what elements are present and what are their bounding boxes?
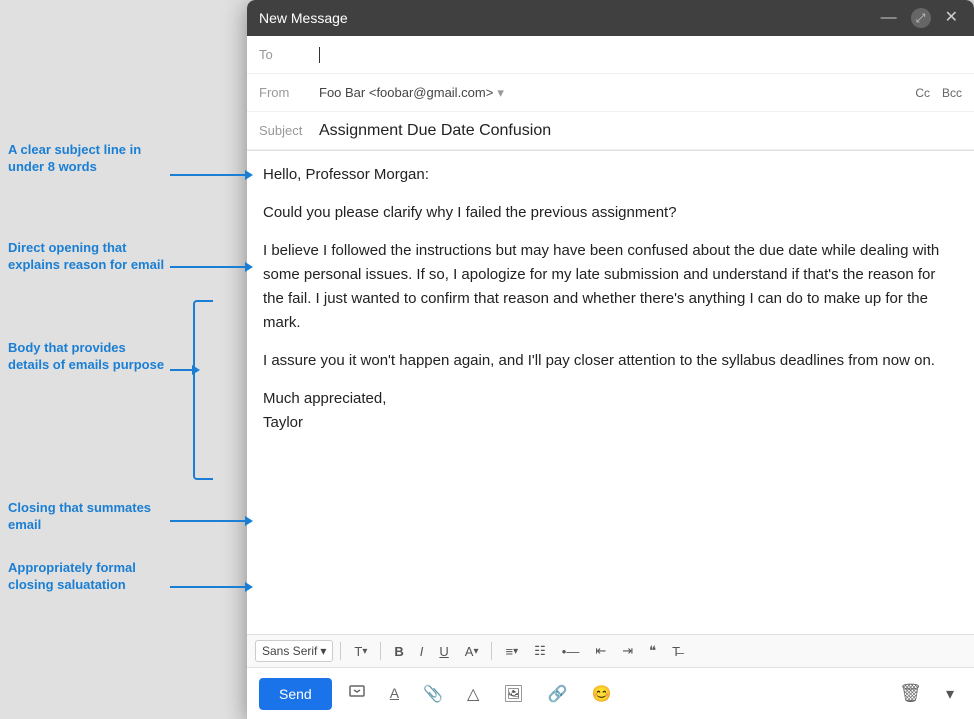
italic-button[interactable]: I — [414, 640, 430, 663]
format-button[interactable]: A — [382, 679, 407, 709]
body-paragraph3: I assure you it won't happen again, and … — [263, 349, 958, 373]
opening-arrow-line — [170, 266, 245, 268]
delete-button[interactable]: 🗑 — [891, 677, 930, 710]
indent-left-button[interactable]: ⇤ — [589, 639, 612, 663]
opening-annotation: Direct opening that explains reason for … — [8, 240, 168, 274]
body-greeting: Hello, Professor Morgan: — [263, 163, 958, 187]
to-label: To — [259, 47, 319, 62]
closing-annotation-text: Closing that summates email — [8, 500, 168, 534]
compose-window: New Message — ⤢ ✕ To From Foo Bar <fooba… — [247, 0, 974, 719]
from-label: From — [259, 85, 319, 100]
toolbar-separator-2 — [380, 642, 381, 660]
salutation-annotation: Appropriately formal closing saluatation — [8, 560, 168, 594]
body-signature: Taylor — [263, 414, 303, 431]
toolbar-separator-1 — [340, 642, 341, 660]
from-email: Foo Bar <foobar@gmail.com> — [319, 85, 493, 100]
body-paragraph1: Could you please clarify why I failed th… — [263, 201, 958, 225]
closing-arrow — [170, 516, 253, 526]
from-row: From Foo Bar <foobar@gmail.com> ▾ Cc Bcc — [247, 74, 974, 112]
closing-arrow-head — [245, 516, 253, 526]
cursor — [319, 47, 320, 63]
salutation-annotation-text: Appropriately formal closing saluatation — [8, 560, 168, 594]
from-dropdown-icon[interactable]: ▾ — [497, 85, 504, 101]
salutation-arrow-line — [170, 586, 245, 588]
subject-arrow-line — [170, 174, 245, 176]
subject-arrow — [170, 170, 253, 180]
opening-arrow — [170, 262, 253, 272]
opening-annotation-text: Direct opening that explains reason for … — [8, 240, 168, 274]
compose-actions: Send A 📎 △ 🖼 🔗 😊 🗑 ▾ — [247, 667, 974, 719]
indent-right-button[interactable]: ⇥ — [616, 639, 639, 663]
minimize-button[interactable]: — — [877, 8, 901, 28]
subject-label: Subject — [259, 123, 319, 138]
subject-text: Assignment Due Date Confusion — [319, 122, 551, 140]
formatting-toolbar: Sans Serif ▾ T ▾ B I U A ▾ ≡ ▾ ☷ •― ⇤ ⇥ … — [247, 634, 974, 667]
emoji-button[interactable]: 😊 — [584, 678, 620, 710]
bold-button[interactable]: B — [388, 640, 409, 663]
cc-bcc-controls: Cc Bcc — [915, 86, 962, 100]
bullet-list-button[interactable]: •― — [556, 640, 586, 663]
maximize-button[interactable]: ⤢ — [911, 8, 931, 28]
text-color-button[interactable]: A ▾ — [459, 640, 485, 663]
body-annotation-text: Body that provides details of emails pur… — [8, 340, 168, 374]
body-closing: Much appreciated, Taylor — [263, 387, 958, 435]
attachment-dropbox-button[interactable] — [340, 676, 374, 711]
closing-annotation: Closing that summates email — [8, 500, 168, 534]
drive-button[interactable]: △ — [459, 678, 487, 710]
salutation-arrow — [170, 582, 253, 592]
subject-row: Subject Assignment Due Date Confusion — [247, 112, 974, 150]
to-value[interactable] — [319, 47, 962, 63]
numbered-list-button[interactable]: ☷ — [528, 639, 552, 663]
body-arrow — [170, 365, 200, 375]
closing-arrow-line — [170, 520, 245, 522]
compose-fields: To From Foo Bar <foobar@gmail.com> ▾ Cc … — [247, 36, 974, 151]
body-arrow-line — [170, 369, 192, 371]
bcc-label[interactable]: Bcc — [942, 86, 962, 100]
from-value[interactable]: Foo Bar <foobar@gmail.com> ▾ — [319, 85, 915, 101]
font-name: Sans Serif — [262, 644, 317, 658]
font-dropdown-icon: ▾ — [320, 644, 326, 658]
body-bracket — [193, 300, 213, 480]
close-button[interactable]: ✕ — [941, 8, 962, 28]
opening-arrow-head — [245, 262, 253, 272]
window-title: New Message — [259, 10, 348, 26]
photo-button[interactable]: 🖼 — [495, 678, 531, 710]
send-button[interactable]: Send — [259, 678, 332, 710]
subject-value[interactable]: Assignment Due Date Confusion — [319, 122, 962, 140]
subject-annotation: A clear subject line in under 8 words — [8, 142, 168, 176]
clear-format-button[interactable]: T̶ — [666, 640, 686, 663]
toolbar-separator-3 — [491, 642, 492, 660]
salutation-arrow-head — [245, 582, 253, 592]
quote-button[interactable]: ❝ — [643, 639, 662, 663]
attach-file-button[interactable]: 📎 — [415, 678, 451, 710]
cc-label[interactable]: Cc — [915, 86, 930, 100]
align-button[interactable]: ≡ ▾ — [499, 640, 524, 663]
compose-body[interactable]: Hello, Professor Morgan: Could you pleas… — [247, 151, 974, 634]
body-arrow-head — [192, 365, 200, 375]
subject-annotation-text: A clear subject line in under 8 words — [8, 142, 168, 176]
to-row: To — [247, 36, 974, 74]
underline-button[interactable]: U — [433, 640, 454, 663]
body-paragraph2: I believe I followed the instructions bu… — [263, 239, 958, 335]
subject-arrow-head — [245, 170, 253, 180]
window-controls: — ⤢ ✕ — [877, 8, 962, 28]
font-selector[interactable]: Sans Serif ▾ — [255, 640, 333, 662]
compose-header: New Message — ⤢ ✕ — [247, 0, 974, 36]
link-button[interactable]: 🔗 — [540, 678, 576, 710]
body-annotation: Body that provides details of emails pur… — [8, 340, 168, 374]
more-options-button[interactable]: ▾ — [938, 678, 962, 710]
text-size-button[interactable]: T ▾ — [348, 640, 373, 663]
